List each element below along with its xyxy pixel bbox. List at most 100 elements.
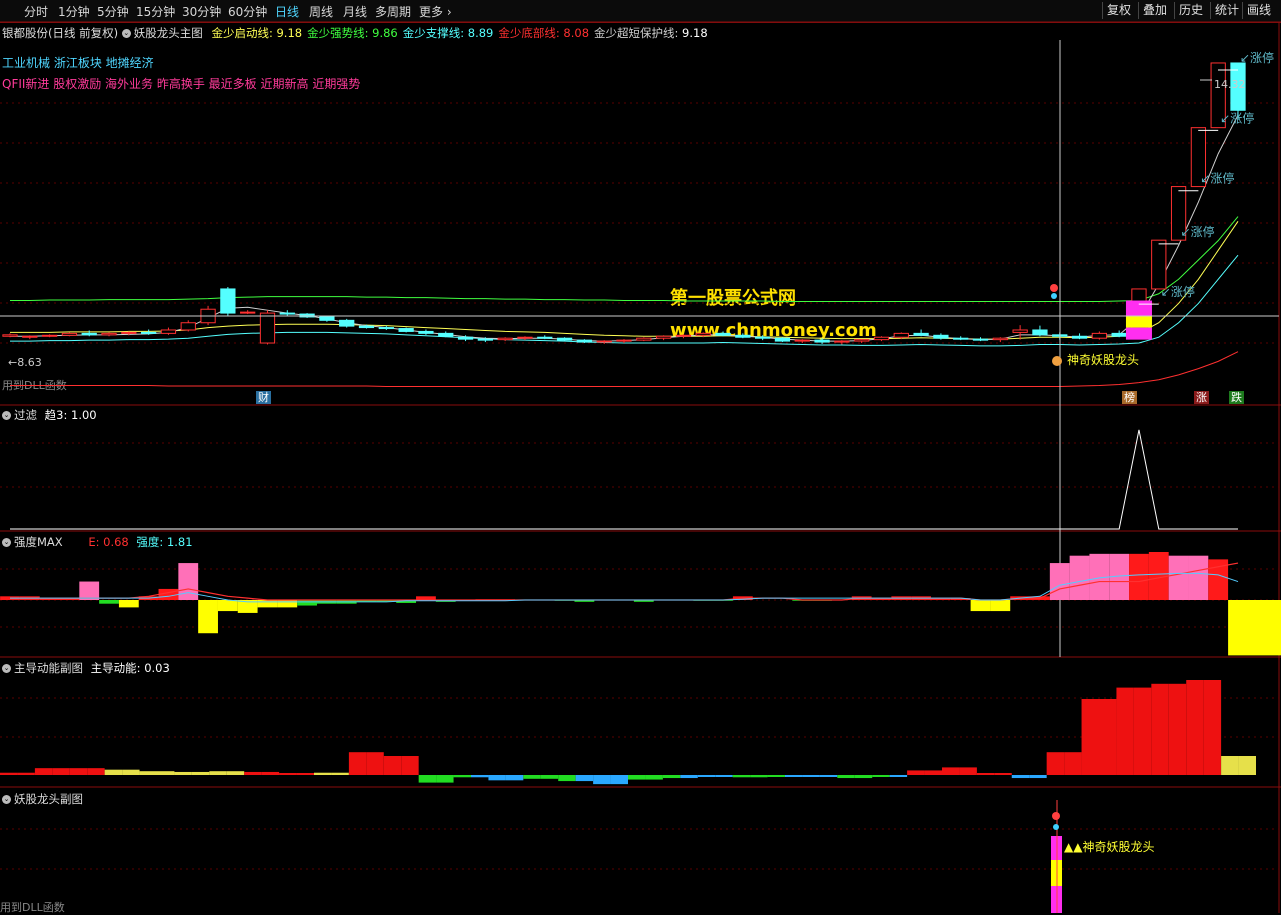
strength-bar	[950, 598, 971, 600]
energy-bar	[244, 771, 262, 775]
period-tab[interactable]: 更多 ›	[419, 3, 452, 20]
candle-body	[1032, 329, 1048, 336]
period-tab[interactable]: 60分钟	[228, 3, 267, 20]
period-tab[interactable]: 多周期	[375, 3, 411, 20]
hand-icon	[1052, 356, 1062, 366]
sub-signal-block	[1051, 836, 1062, 860]
candle-body	[992, 337, 1008, 341]
candle-body	[477, 338, 493, 341]
signal-label: 神奇妖股龙头	[1067, 353, 1139, 367]
strength-bar	[217, 600, 238, 612]
panel-menu-icon[interactable]: ⌄	[2, 664, 11, 673]
energy-bar	[854, 775, 873, 779]
candle-body	[616, 339, 632, 342]
badge-zhang[interactable]: 涨	[1194, 391, 1209, 404]
energy-bar	[226, 771, 245, 775]
energy-bar	[174, 771, 192, 775]
indicator-value: 9.18	[276, 26, 303, 40]
energy-header: ⌄ 主导动能副图 主导动能: 0.03	[2, 660, 170, 676]
energy-bar	[540, 775, 559, 779]
energy-bar	[0, 772, 18, 775]
toolbar-button[interactable]: 历史	[1174, 2, 1207, 19]
formula-toggle-icon[interactable]: ⌄	[121, 29, 131, 38]
energy-title[interactable]: 主导动能副图	[14, 661, 83, 675]
strength-bar	[574, 600, 595, 602]
energy-bar	[1099, 699, 1117, 775]
signal-block	[1125, 315, 1152, 328]
period-tab[interactable]: 周线	[309, 3, 333, 20]
strength-bar	[554, 600, 575, 601]
candle-body	[141, 331, 157, 334]
period-tab[interactable]: 分时	[24, 3, 48, 20]
strength-bar	[851, 596, 872, 600]
formula-name[interactable]: 妖股龙头主图	[134, 26, 203, 40]
e-value: 0.68	[103, 535, 129, 549]
candle-body	[299, 313, 315, 318]
energy-bar	[157, 771, 175, 775]
limit-up-label: ↙涨停	[1240, 50, 1274, 65]
strength-bar	[633, 600, 654, 602]
candle-body	[497, 337, 513, 341]
period-tab[interactable]: 月线	[343, 3, 367, 20]
toolbar-button[interactable]: 叠加	[1138, 2, 1171, 19]
energy-bar	[645, 775, 663, 780]
candle-body	[655, 335, 672, 339]
badge-bang[interactable]: 榜	[1122, 391, 1137, 404]
sub-title[interactable]: 妖股龙头副图	[14, 792, 83, 806]
indicator-label: 金少强势线:	[307, 26, 373, 40]
strength-bar	[297, 600, 317, 606]
period-tab[interactable]: 日线	[275, 3, 299, 20]
energy-bar	[942, 767, 960, 775]
candle-body	[339, 319, 355, 327]
indicator-value: 8.89	[467, 26, 494, 40]
candle-body	[1071, 335, 1088, 339]
candle-body	[1230, 62, 1246, 111]
energy-bar	[418, 775, 437, 783]
strength-bar	[1228, 600, 1281, 656]
energy-bar	[697, 775, 716, 777]
badge-die[interactable]: 跌	[1229, 391, 1244, 404]
filter-title[interactable]: 过滤	[14, 408, 37, 422]
energy-bar	[1029, 775, 1047, 779]
candle-body	[1091, 332, 1107, 339]
strength-bar	[1148, 552, 1169, 600]
panel-menu-icon[interactable]: ⌄	[2, 411, 11, 420]
period-tab[interactable]: 1分钟	[58, 3, 90, 20]
energy-bar	[314, 772, 332, 775]
candle-body	[517, 336, 533, 339]
candle-body	[1190, 127, 1207, 188]
filter-header: ⌄ 过滤 趋3: 1.00	[2, 407, 97, 423]
main-header: 银都股份(日线 前复权) ⌄ 妖股龙头主图 金少启动线: 9.18 金少强势线: 9…	[2, 25, 708, 41]
panel-menu-icon[interactable]: ⌄	[2, 795, 11, 804]
period-tab[interactable]: 30分钟	[182, 3, 221, 20]
period-tab[interactable]: 15分钟	[136, 3, 175, 20]
low-price-label: ←8.63	[8, 356, 42, 369]
toolbar-button[interactable]: 画线	[1242, 2, 1275, 19]
toolbar-button[interactable]: 统计	[1210, 2, 1243, 19]
energy-bar	[436, 775, 454, 783]
toolbar-button[interactable]: 复权	[1102, 2, 1135, 19]
candle-body	[279, 312, 295, 315]
energy-bar	[104, 769, 123, 775]
candle-body	[1052, 334, 1068, 337]
sub-signal-block	[1051, 886, 1062, 913]
energy-bar	[976, 773, 995, 775]
candle-body	[180, 322, 196, 331]
energy-bar	[209, 771, 227, 775]
candle-body	[438, 332, 454, 337]
panel-menu-icon[interactable]: ⌄	[2, 538, 11, 547]
limit-up-label: ↙涨停	[1200, 171, 1234, 186]
strength-bar	[812, 600, 832, 601]
strength-title[interactable]: 强度MAX	[14, 535, 63, 549]
strength-bar	[931, 598, 951, 600]
s-label: 强度:	[136, 535, 164, 549]
badge-cai[interactable]: 财	[256, 391, 271, 404]
strength-bar	[475, 599, 496, 600]
strength-line	[10, 572, 1239, 603]
candle-body	[1131, 288, 1147, 334]
limit-up-label: ↙涨停	[1161, 284, 1195, 299]
candle-body	[972, 338, 989, 341]
strength-bar	[99, 600, 119, 604]
period-tab[interactable]: 5分钟	[97, 3, 129, 20]
energy-bar	[383, 756, 402, 775]
